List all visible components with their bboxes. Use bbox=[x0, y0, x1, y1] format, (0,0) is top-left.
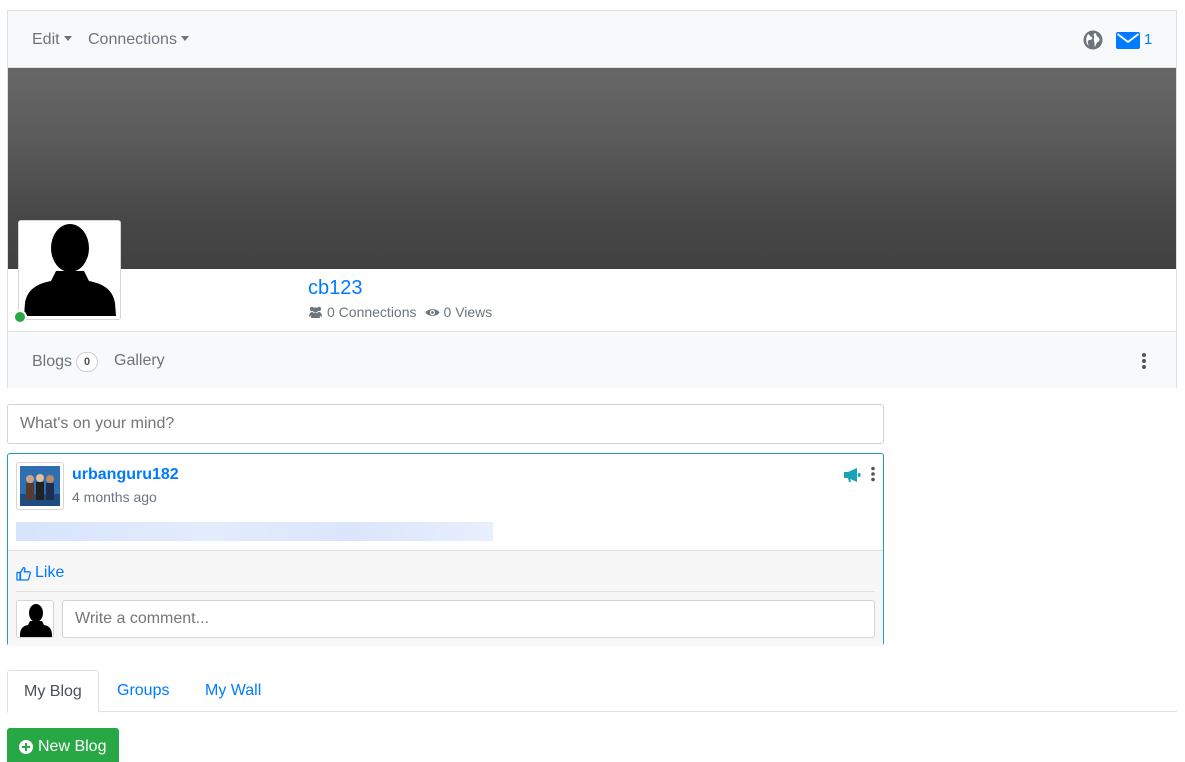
footer-divider bbox=[16, 591, 875, 592]
profile-card: Edit Connections 1 cb123 0 Connections 0… bbox=[7, 10, 1177, 388]
content-tabs: My Blog Groups My Wall bbox=[7, 670, 1177, 713]
post-timestamp: 4 months ago bbox=[72, 489, 157, 505]
cover-photo bbox=[8, 68, 1176, 269]
mail-count-badge[interactable]: 1 bbox=[1144, 31, 1152, 48]
more-vertical-icon[interactable] bbox=[1140, 352, 1148, 370]
connections-dropdown-label: Connections bbox=[88, 31, 177, 48]
like-button[interactable]: Like bbox=[16, 564, 64, 582]
profile-tabs: Blogs 0 Gallery bbox=[8, 331, 1176, 388]
activity-post: urbanguru182 4 months ago Like bbox=[7, 453, 884, 646]
post-author-avatar[interactable] bbox=[16, 462, 64, 510]
tab-my-wall[interactable]: My Wall bbox=[189, 670, 277, 712]
eye-icon bbox=[425, 308, 440, 316]
status-input[interactable] bbox=[7, 404, 884, 444]
tab-gallery[interactable]: Gallery bbox=[114, 352, 165, 370]
post-content-blurred bbox=[16, 522, 493, 541]
edit-dropdown[interactable]: Edit bbox=[32, 31, 72, 49]
new-blog-label: New Blog bbox=[38, 738, 107, 755]
tab-blogs-label: Blogs bbox=[32, 353, 73, 370]
new-blog-button[interactable]: New Blog bbox=[7, 728, 119, 762]
post-author-name[interactable]: urbanguru182 bbox=[72, 466, 179, 484]
bullhorn-icon bbox=[844, 468, 861, 482]
connections-count: 0 Connections bbox=[327, 304, 417, 320]
tab-groups[interactable]: Groups bbox=[101, 670, 185, 712]
profile-stats: 0 Connections 0 Views bbox=[308, 304, 492, 320]
envelope-icon[interactable] bbox=[1116, 32, 1140, 49]
online-status-indicator bbox=[13, 310, 27, 324]
caret-down-icon bbox=[180, 36, 189, 41]
post-footer: Like bbox=[8, 550, 883, 646]
user-silhouette-icon bbox=[24, 224, 116, 316]
thumbs-up-icon bbox=[16, 566, 31, 581]
profile-topbar: Edit Connections 1 bbox=[8, 11, 1176, 68]
author-photo-icon bbox=[20, 466, 60, 506]
edit-dropdown-label: Edit bbox=[32, 31, 60, 48]
connections-dropdown[interactable]: Connections bbox=[88, 31, 189, 49]
tab-blogs[interactable]: Blogs 0 bbox=[32, 352, 99, 372]
blogs-count-badge: 0 bbox=[76, 352, 99, 372]
plus-circle-icon bbox=[19, 740, 33, 754]
profile-avatar[interactable] bbox=[18, 220, 121, 320]
users-icon bbox=[309, 306, 322, 318]
tab-my-blog[interactable]: My Blog bbox=[7, 670, 99, 713]
post-more-icon[interactable] bbox=[870, 466, 876, 482]
comment-user-avatar bbox=[16, 600, 54, 638]
views-count: 0 Views bbox=[443, 304, 493, 320]
like-label: Like bbox=[35, 564, 65, 581]
profile-username[interactable]: cb123 bbox=[308, 277, 363, 300]
globe-icon[interactable] bbox=[1083, 30, 1103, 50]
user-silhouette-icon bbox=[20, 604, 52, 637]
comment-input[interactable] bbox=[62, 600, 875, 638]
caret-down-icon bbox=[63, 36, 72, 41]
